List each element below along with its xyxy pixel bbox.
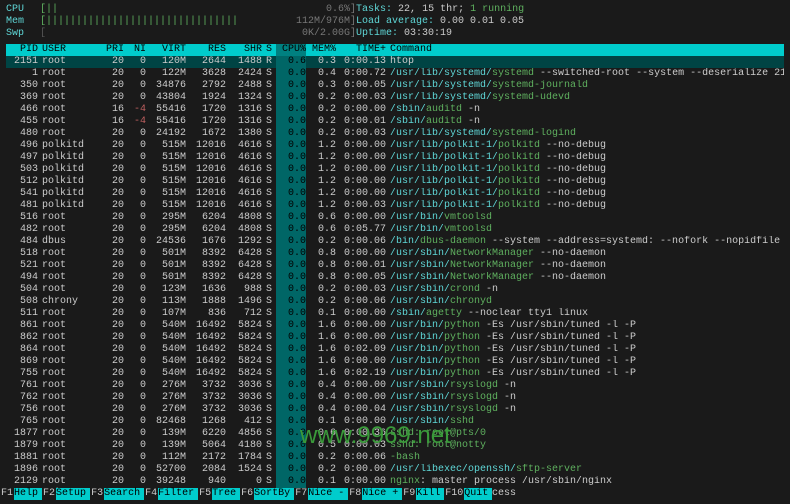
process-row[interactable]: 755root200540M164925824S0.01.60:02.19/us… — [6, 368, 784, 380]
process-row[interactable]: 2129root200392489400S0.00.10:00.00nginx:… — [6, 476, 784, 488]
process-row[interactable]: 516root200295M62044808S0.00.60:00.00/usr… — [6, 212, 784, 224]
col-shr[interactable]: SHR — [226, 44, 262, 56]
process-row[interactable]: 512polkitd200515M120164616S0.01.20:00.00… — [6, 176, 784, 188]
process-row[interactable]: 481polkitd200515M120164616S0.01.20:00.03… — [6, 200, 784, 212]
process-list[interactable]: 1root200122M36282424S0.00.40:00.72/usr/l… — [6, 68, 784, 500]
col-mem[interactable]: MEM% — [306, 44, 336, 56]
fkey-f9[interactable]: F9 — [402, 488, 416, 500]
mem-meter: Mem [|||||||||||||||||||||||||||||||| 11… — [6, 16, 356, 28]
process-row[interactable]: 494root200501M83926428S0.00.80:00.05/usr… — [6, 272, 784, 284]
process-row[interactable]: 756root200276M37323036S0.00.40:00.04/usr… — [6, 404, 784, 416]
col-pid[interactable]: PID — [6, 44, 42, 56]
process-row[interactable]: 504root200123M1636988S0.00.20:00.03/usr/… — [6, 284, 784, 296]
process-row[interactable]: 862root200540M164925824S0.01.60:00.00/us… — [6, 332, 784, 344]
htop-terminal[interactable]: CPU [|| 0.6%] Mem [|||||||||||||||||||||… — [0, 0, 790, 504]
fkey-f4[interactable]: F4 — [144, 488, 158, 500]
process-row[interactable]: 455root16-45541617201316S0.00.20:00.01/s… — [6, 116, 784, 128]
fkey-label-help[interactable]: Help — [14, 488, 42, 500]
fkey-f7[interactable]: F7 — [294, 488, 308, 500]
process-row[interactable]: 762root200276M37323036S0.00.40:00.00/usr… — [6, 392, 784, 404]
selected-process-row[interactable]: 2151 root 20 0 120M 2644 1488 R 0.6 0.3 … — [6, 56, 784, 68]
fkey-f10[interactable]: F10 — [444, 488, 464, 500]
col-time[interactable]: TIME+ — [336, 44, 390, 56]
col-s[interactable]: S — [262, 44, 276, 56]
fkey-label-tree[interactable]: Tree — [212, 488, 240, 500]
process-row[interactable]: 1877root200139M62204856S0.00.60:00.36ssh… — [6, 428, 784, 440]
meters-section: CPU [|| 0.6%] Mem [|||||||||||||||||||||… — [6, 4, 784, 40]
process-row[interactable]: 1879root200139M50644180S0.00.50:00.03ssh… — [6, 440, 784, 452]
process-row[interactable]: 1881root200112M21721784S0.00.20:00.06-ba… — [6, 452, 784, 464]
tasks-line: Tasks: 22, 15 thr; 1 running — [356, 4, 784, 16]
process-row[interactable]: 369root2004380419241324S0.00.20:00.03/us… — [6, 92, 784, 104]
fkey-label-kill[interactable]: Kill — [416, 488, 444, 500]
fkey-label-nice +[interactable]: Nice + — [362, 488, 402, 500]
fkey-label-filter[interactable]: Filter — [158, 488, 198, 500]
process-row[interactable]: 864root200540M164925824S0.01.60:02.09/us… — [6, 344, 784, 356]
process-row[interactable]: 1896root2005270020841524S0.00.20:00.00/u… — [6, 464, 784, 476]
uptime-line: Uptime: 03:30:19 — [356, 28, 784, 40]
col-pri[interactable]: PRI — [96, 44, 124, 56]
column-header[interactable]: PID USER PRI NI VIRT RES SHR S CPU% MEM%… — [6, 44, 784, 56]
process-row[interactable]: 466root16-45541617201316S0.00.20:00.00/s… — [6, 104, 784, 116]
process-row[interactable]: 869root200540M164925824S0.01.60:00.00/us… — [6, 356, 784, 368]
swp-meter: Swp [ 0K/2.00G] — [6, 28, 356, 40]
process-row[interactable]: 503polkitd200515M120164616S0.01.20:00.00… — [6, 164, 784, 176]
process-row[interactable]: 484dbus2002453616761292S0.00.20:00.06/bi… — [6, 236, 784, 248]
fkey-f1[interactable]: F1 — [0, 488, 14, 500]
process-row[interactable]: 508chrony200113M18881496S0.00.20:00.06/u… — [6, 296, 784, 308]
process-row[interactable]: 541polkitd200515M120164616S0.01.20:00.00… — [6, 188, 784, 200]
process-row[interactable]: 1root200122M36282424S0.00.40:00.72/usr/l… — [6, 68, 784, 80]
fkey-f6[interactable]: F6 — [240, 488, 254, 500]
process-row[interactable]: 482root200295M62044808S0.00.60:05.77/usr… — [6, 224, 784, 236]
fkey-f5[interactable]: F5 — [198, 488, 212, 500]
process-row[interactable]: 765root200824681268412S0.00.10:00.00/usr… — [6, 416, 784, 428]
process-row[interactable]: 480root2002419216721380S0.00.20:00.03/us… — [6, 128, 784, 140]
col-res[interactable]: RES — [186, 44, 226, 56]
fkey-label-nice -[interactable]: Nice - — [308, 488, 348, 500]
process-row[interactable]: 497polkitd200515M120164616S0.01.20:00.00… — [6, 152, 784, 164]
fkey-f3[interactable]: F3 — [90, 488, 104, 500]
process-row[interactable]: 511root200107M836712S0.00.10:00.00/sbin/… — [6, 308, 784, 320]
col-virt[interactable]: VIRT — [146, 44, 186, 56]
process-row[interactable]: 861root200540M164925824S0.01.60:00.00/us… — [6, 320, 784, 332]
fkey-label-setup[interactable]: Setup — [56, 488, 90, 500]
fkey-label-sortby[interactable]: SortBy — [254, 488, 294, 500]
process-row[interactable]: 521root200501M83926428S0.00.80:00.01/usr… — [6, 260, 784, 272]
col-ni[interactable]: NI — [124, 44, 146, 56]
col-user[interactable]: USER — [42, 44, 96, 56]
process-row[interactable]: 518root200501M83926428S0.00.80:00.00/usr… — [6, 248, 784, 260]
fkey-label-quit[interactable]: Quit — [464, 488, 492, 500]
process-row[interactable]: 761root200276M37323036S0.00.40:00.00/usr… — [6, 380, 784, 392]
process-row[interactable]: 350root2003487627922488S0.00.30:00.05/us… — [6, 80, 784, 92]
function-key-bar[interactable]: F1HelpF2SetupF3SearchF4FilterF5TreeF6Sor… — [0, 488, 790, 500]
fkey-f2[interactable]: F2 — [42, 488, 56, 500]
cpu-meter: CPU [|| 0.6%] — [6, 4, 356, 16]
col-cpu[interactable]: CPU% — [276, 44, 306, 56]
fkey-label-search[interactable]: Search — [104, 488, 144, 500]
col-cmd[interactable]: Command — [390, 44, 784, 56]
process-row[interactable]: 496polkitd200515M120164616S0.01.20:00.00… — [6, 140, 784, 152]
load-line: Load average: 0.00 0.01 0.05 — [356, 16, 784, 28]
fkey-f8[interactable]: F8 — [348, 488, 362, 500]
